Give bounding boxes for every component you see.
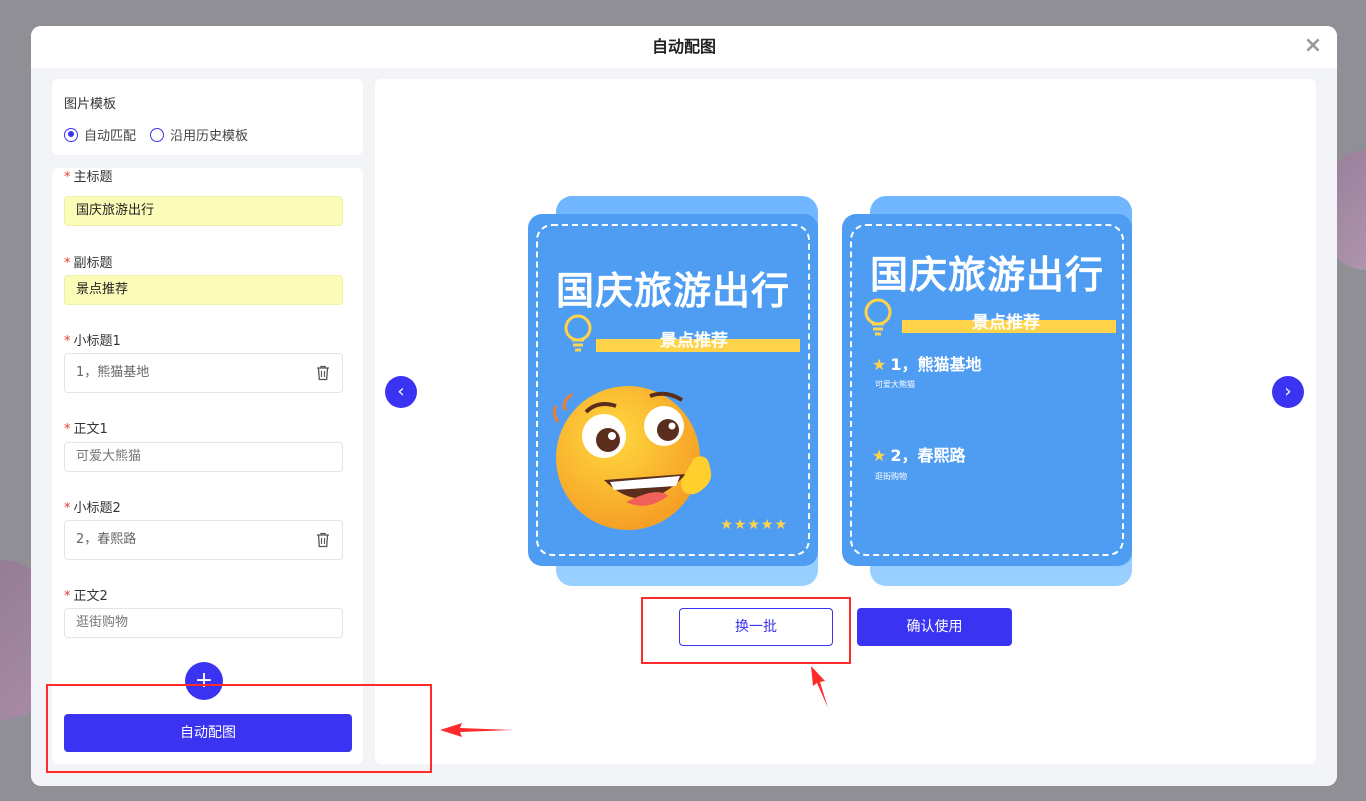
radio-auto-match[interactable] — [64, 127, 78, 142]
lightbulb-icon — [864, 298, 892, 336]
poster-option-1[interactable]: 国庆旅游出行 景点推荐 ★★★★★ — [528, 196, 820, 586]
trash-icon[interactable] — [316, 532, 330, 548]
radio-history-template[interactable] — [150, 127, 165, 142]
poster-body: 国庆旅游出行 景点推荐 ★★★★★ — [528, 214, 818, 566]
poster-option-2[interactable]: 国庆旅游出行 景点推荐 ★ 1，熊猫基地 可爱大熊猫 ★ 2，春熙路 逛街购物 — [842, 196, 1134, 586]
annotation-box — [641, 597, 851, 664]
poster-body: 国庆旅游出行 景点推荐 ★ 1，熊猫基地 可爱大熊猫 ★ 2，春熙路 逛街购物 — [842, 214, 1132, 566]
close-icon[interactable]: × — [1303, 35, 1323, 57]
next-arrow-icon[interactable]: › — [1272, 376, 1304, 408]
heading1-value: 1，熊猫基地 — [76, 365, 150, 380]
smiley-emoji-icon — [552, 386, 712, 530]
body1-input[interactable]: 可爱大熊猫 — [64, 442, 343, 472]
rating-stars: ★★★★★ — [720, 517, 788, 533]
annotation-box — [46, 684, 432, 773]
confirm-use-button[interactable]: 确认使用 — [857, 608, 1012, 646]
annotation-arrow-icon — [440, 723, 514, 737]
subtitle-input[interactable]: 景点推荐 — [64, 275, 343, 305]
heading1-label: * 小标题1 — [64, 334, 121, 349]
main-title-input[interactable]: 国庆旅游出行 — [64, 196, 343, 226]
poster-item-desc: 逛街购物 — [875, 472, 907, 481]
poster-item-desc: 可爱大熊猫 — [875, 380, 915, 389]
template-radio-group: 自动匹配 沿用历史模板 — [64, 125, 248, 144]
poster-item-title: ★ 2，春熙路 — [872, 446, 966, 465]
template-label: 图片模板 — [64, 97, 117, 112]
prev-arrow-icon[interactable]: ‹ — [385, 376, 417, 408]
poster-title: 国庆旅游出行 — [555, 269, 790, 313]
body1-label: * 正文1 — [64, 422, 108, 437]
auto-image-dialog: 自动配图 × 图片模板 自动匹配 沿用历史模板 * 主标题 国庆旅游出行 * 副标题… — [31, 26, 1337, 786]
poster-title: 国庆旅游出行 — [869, 253, 1104, 297]
poster-subtitle: 景点推荐 — [660, 331, 728, 351]
body2-input[interactable]: 逛街购物 — [64, 608, 343, 638]
dialog-header: 自动配图 × — [31, 26, 1337, 68]
heading2-input[interactable]: 2，春熙路 — [64, 520, 343, 560]
heading2-label: * 小标题2 — [64, 501, 121, 516]
body2-label: * 正文2 — [64, 589, 108, 604]
annotation-arrow-icon — [811, 666, 828, 708]
heading1-input[interactable]: 1，熊猫基地 — [64, 353, 343, 393]
main-title-label: * 主标题 — [64, 170, 113, 185]
lightbulb-icon — [564, 314, 592, 352]
radio-auto-match-label[interactable]: 自动匹配 — [84, 125, 136, 144]
poster-subtitle: 景点推荐 — [972, 313, 1040, 333]
heading2-value: 2，春熙路 — [76, 532, 137, 547]
content-form: * 主标题 国庆旅游出行 * 副标题 景点推荐 * 小标题1 1，熊猫基地 * 正文1 … — [52, 168, 363, 764]
trash-icon[interactable] — [316, 365, 330, 381]
subtitle-label: * 副标题 — [64, 256, 113, 271]
star-icon: ★ — [872, 446, 887, 465]
radio-history-template-label[interactable]: 沿用历史模板 — [170, 125, 248, 144]
poster-item-title: ★ 1，熊猫基地 — [872, 355, 982, 374]
star-icon: ★ — [872, 355, 887, 374]
dialog-title: 自动配图 — [651, 37, 716, 56]
template-card: 图片模板 自动匹配 沿用历史模板 — [52, 79, 363, 155]
